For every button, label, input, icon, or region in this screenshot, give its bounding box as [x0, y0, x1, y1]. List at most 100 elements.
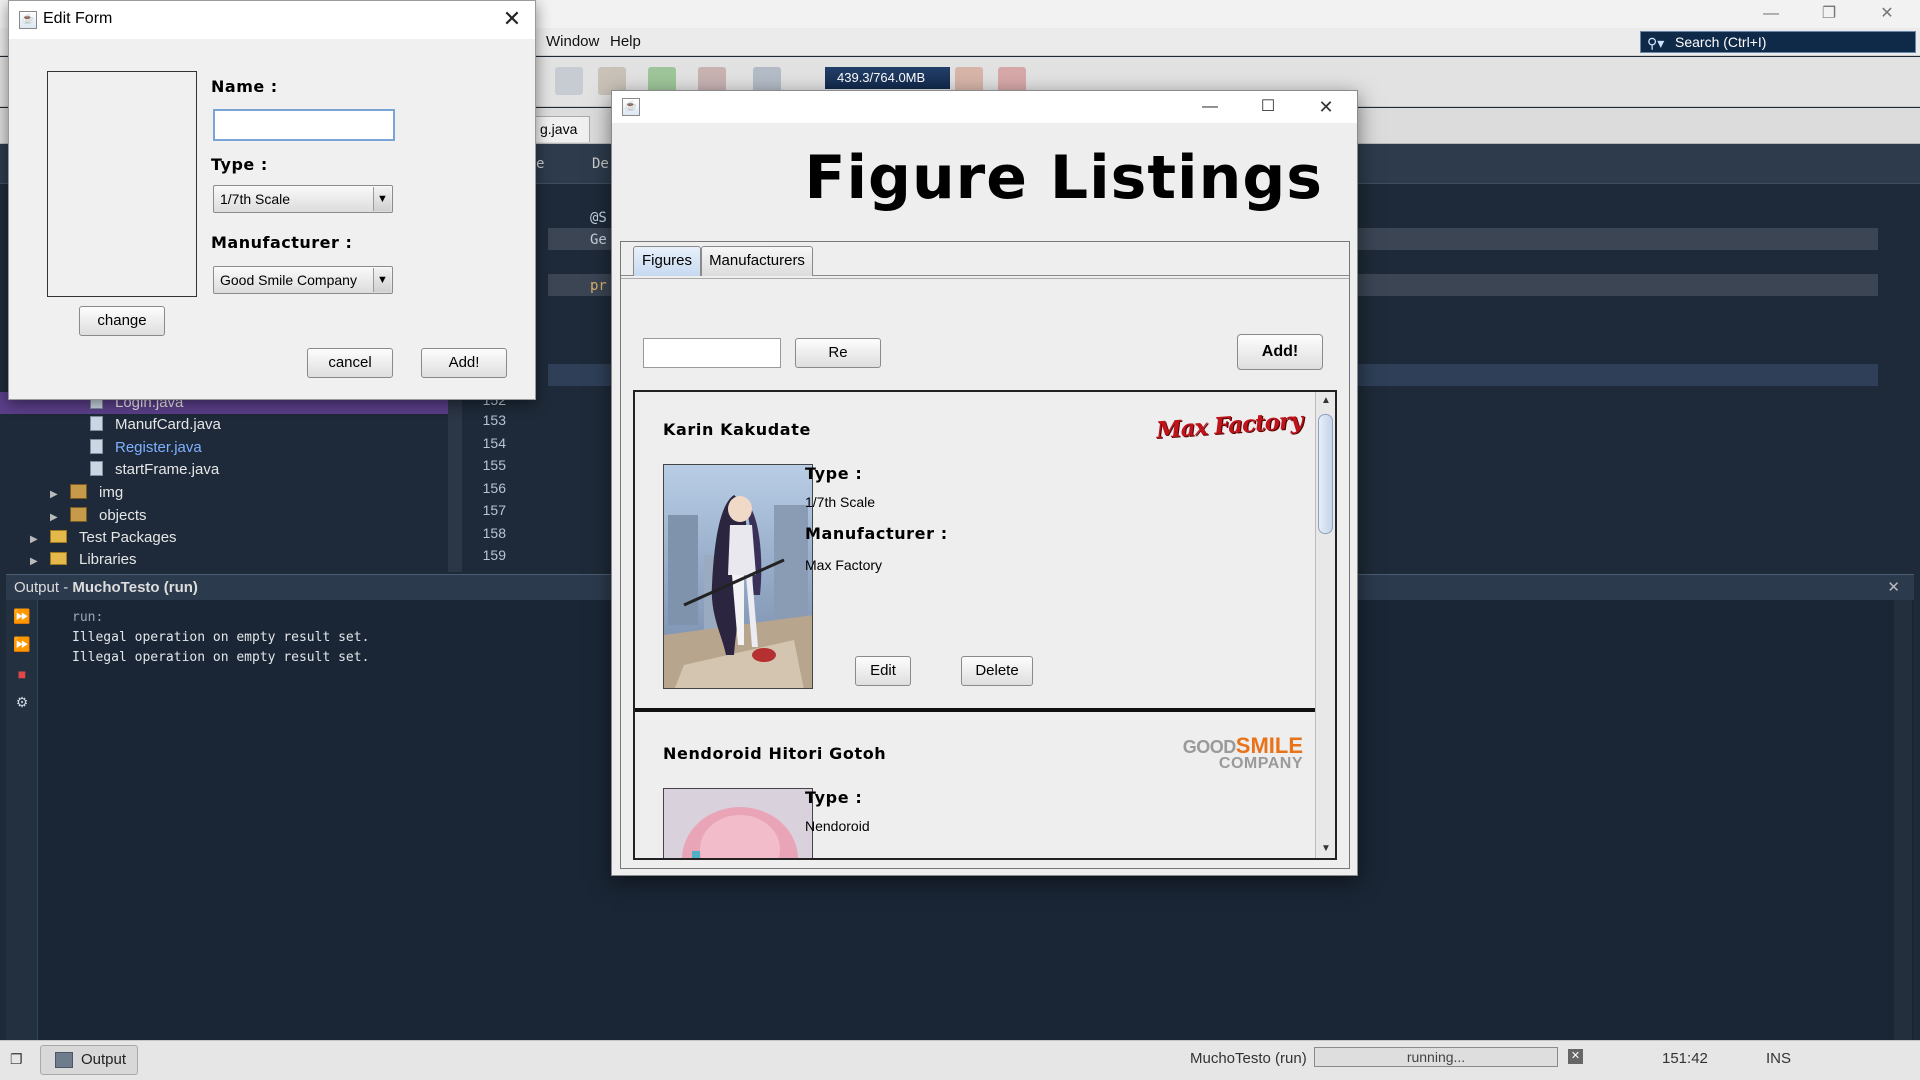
refresh-button[interactable]: Re: [795, 338, 881, 368]
java-app-icon: ☕: [19, 11, 37, 29]
tree-item-file[interactable]: Register.java: [90, 438, 202, 458]
scroll-down-icon[interactable]: ▼: [1316, 840, 1335, 858]
manufacturer-label: Manufacturer :: [805, 524, 948, 543]
figure-name: Nendoroid Hitori Gotoh: [663, 744, 887, 763]
line-number: 153: [482, 412, 506, 428]
java-file-icon: [90, 439, 103, 454]
task-progress-bar[interactable]: running...: [1314, 1047, 1558, 1067]
manufacturer-select-value: Good Smile Company: [220, 272, 357, 288]
output-window-button[interactable]: Output: [40, 1045, 138, 1075]
restore-icon[interactable]: ❐: [1806, 2, 1852, 26]
edit-form-title: Edit Form: [43, 10, 113, 27]
java-file-icon: [90, 416, 103, 431]
panel-toggle-icon[interactable]: ❐: [10, 1051, 23, 1068]
hammer-icon[interactable]: [555, 67, 583, 95]
chevron-down-icon[interactable]: ▼: [373, 187, 391, 211]
tree-item-folder[interactable]: ▶ Test Packages: [30, 528, 177, 548]
subtab-design[interactable]: De: [592, 156, 609, 172]
code-fragment: @S: [590, 210, 607, 226]
ide-search-placeholder: Search (Ctrl+I): [1675, 34, 1767, 50]
rerun-custom-icon[interactable]: ⏩: [12, 634, 32, 654]
folder-icon: [50, 552, 67, 565]
edit-form-titlebar[interactable]: ☕ Edit Form ✕: [9, 1, 535, 39]
rerun-icon[interactable]: ⏩: [12, 606, 32, 626]
menu-help[interactable]: Help: [610, 33, 641, 50]
settings-icon[interactable]: ⚙: [12, 692, 32, 712]
status-bar: ❐: [0, 1040, 1920, 1080]
add-button[interactable]: Add!: [421, 348, 507, 378]
stop-icon[interactable]: ■: [12, 664, 32, 684]
tree-item-label: startFrame.java: [115, 461, 220, 478]
name-input[interactable]: [213, 109, 395, 141]
output-line: Illegal operation on empty result set.: [72, 650, 370, 665]
tree-item-file[interactable]: startFrame.java: [90, 460, 219, 480]
line-number: 158: [482, 525, 506, 541]
edit-button[interactable]: Edit: [855, 656, 911, 686]
listings-titlebar[interactable]: ☕ — ☐ ✕: [612, 91, 1357, 123]
figure-image-preview: [47, 71, 197, 297]
ide-search-input[interactable]: ⚲▾ Search (Ctrl+I): [1640, 31, 1916, 53]
tree-item-package[interactable]: ▶ objects: [50, 506, 147, 526]
output-title-project: MuchoTesto (run): [72, 579, 198, 596]
line-number: 156: [482, 480, 506, 496]
status-project: MuchoTesto (run): [1190, 1050, 1307, 1067]
output-line: run:: [72, 610, 104, 625]
close-icon[interactable]: ✕: [499, 7, 525, 33]
insert-mode: INS: [1766, 1050, 1792, 1067]
output-scrollbar[interactable]: [1894, 600, 1912, 1040]
close-icon[interactable]: ✕: [1864, 2, 1910, 26]
expand-icon[interactable]: ▶: [30, 552, 42, 572]
tab-manufacturers[interactable]: Manufacturers: [701, 246, 813, 276]
type-label: Type :: [805, 788, 863, 807]
tree-item-label: Test Packages: [79, 529, 177, 546]
close-output-icon[interactable]: ✕: [1887, 575, 1900, 601]
figure-card-list[interactable]: Karin Kakudate Max Factory Type: 1/7th …: [633, 390, 1337, 860]
minimize-icon[interactable]: —: [1190, 94, 1230, 120]
divider: [621, 278, 1349, 279]
figure-photo: [664, 789, 812, 858]
tree-item-label: Libraries: [79, 551, 137, 568]
list-scrollbar[interactable]: ▲ ▼: [1315, 392, 1335, 858]
expand-icon[interactable]: ▶: [30, 530, 42, 550]
tab-figures[interactable]: Figures: [633, 246, 701, 276]
delete-button[interactable]: Delete: [961, 656, 1033, 686]
type-label: Type :: [805, 464, 863, 483]
tree-item-package[interactable]: ▶ img: [50, 483, 123, 503]
type-select[interactable]: 1/7th Scale ▼: [213, 185, 393, 213]
scroll-thumb[interactable]: [1318, 414, 1333, 534]
minimize-icon[interactable]: —: [1748, 2, 1794, 26]
figure-listings-window: ☕ — ☐ ✕ Figure Listings Figures Manufact…: [611, 90, 1358, 876]
change-image-button[interactable]: change: [79, 306, 165, 336]
subtab-source[interactable]: e: [536, 156, 544, 172]
tree-scrollbar[interactable]: [448, 392, 462, 572]
close-icon[interactable]: ✕: [1306, 94, 1346, 120]
expand-icon[interactable]: ▶: [50, 485, 62, 505]
package-icon: [70, 507, 87, 522]
editor-tab-label: g.java: [540, 121, 578, 137]
add-figure-button[interactable]: Add!: [1237, 334, 1323, 370]
output-line: Illegal operation on empty result set.: [72, 630, 370, 645]
logo-text-company: COMPANY: [1218, 755, 1303, 772]
chevron-down-icon[interactable]: ▼: [373, 268, 391, 292]
tree-item-file[interactable]: ManufCard.java: [90, 415, 221, 435]
figure-search-input[interactable]: [643, 338, 781, 368]
type-label: Type :: [211, 155, 268, 174]
edit-form-dialog: ☕ Edit Form ✕ Name : Type : 1/7th Scale …: [8, 0, 536, 400]
figure-image: [663, 464, 813, 689]
expand-icon[interactable]: ▶: [50, 508, 62, 528]
cancel-task-icon[interactable]: ✕: [1568, 1049, 1583, 1064]
manufacturer-select[interactable]: Good Smile Company ▼: [213, 266, 393, 294]
code-fragment: pr: [590, 278, 607, 294]
menu-window[interactable]: Window: [546, 33, 599, 50]
caret-position: 151:42: [1662, 1050, 1708, 1067]
scroll-up-icon[interactable]: ▲: [1316, 392, 1335, 410]
memory-indicator[interactable]: 439.3/764.0MB: [825, 67, 950, 89]
cancel-button[interactable]: cancel: [307, 348, 393, 378]
maximize-icon[interactable]: ☐: [1248, 94, 1288, 120]
tabstrip: Figures Manufacturers: [621, 242, 1349, 276]
tree-item-folder[interactable]: ▶ Libraries: [30, 550, 137, 570]
line-number: 155: [482, 457, 506, 473]
listings-tabpane: Figures Manufacturers Re Add! Karin Kaku…: [620, 241, 1350, 869]
editor-tab[interactable]: g.java ×: [535, 116, 590, 161]
search-icon: ⚲▾: [1647, 35, 1665, 51]
